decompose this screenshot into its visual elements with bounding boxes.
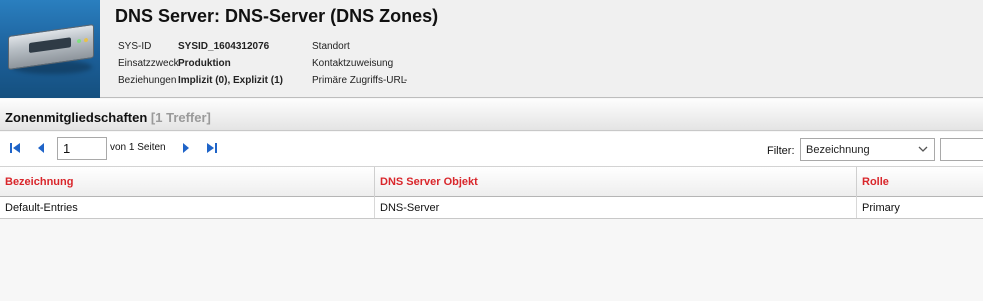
page-title: DNS Server: DNS-Server (DNS Zones)	[115, 6, 439, 26]
url-value: -	[404, 75, 408, 86]
purpose-value: Produktion	[178, 58, 231, 69]
filter-input[interactable]	[940, 138, 983, 161]
previous-page-icon	[38, 143, 44, 153]
object-header: DNS Server: DNS-Server (DNS Zones) SYS-I…	[0, 0, 983, 98]
dns-server-device-icon	[0, 0, 100, 98]
first-page-button[interactable]	[8, 141, 22, 155]
pages-total-text: von 1 Seiten	[110, 142, 166, 153]
previous-page-button[interactable]	[34, 141, 48, 155]
contact-label: Kontaktzuweisung	[312, 58, 394, 69]
filter-selected-value: Bezeichnung	[806, 144, 870, 156]
page-number-input[interactable]	[57, 137, 107, 160]
section-header: Zonenmitgliedschaften [1 Treffer]	[0, 99, 983, 131]
relations-label: Beziehungen	[118, 75, 177, 86]
filter-field-select[interactable]: Bezeichnung	[800, 138, 935, 161]
last-page-button[interactable]	[205, 141, 219, 155]
next-page-icon	[183, 143, 189, 153]
cell-rolle: Primary	[862, 202, 900, 214]
chevron-down-icon	[918, 146, 928, 152]
column-header-rolle[interactable]: Rolle	[857, 167, 983, 197]
location-label: Standort	[312, 41, 350, 52]
relations-value[interactable]: Implizit (0), Explizit (1)	[178, 75, 283, 86]
filter-label: Filter:	[767, 145, 795, 157]
column-header-bezeichnung[interactable]: Bezeichnung	[0, 167, 375, 197]
purpose-label: Einsatzzweck	[118, 58, 179, 69]
pagination-toolbar: von 1 Seiten Filter: Bezeichnung	[0, 132, 983, 166]
table-row[interactable]: Default-Entries DNS-Server Primary	[0, 197, 983, 219]
section-title-text: Zonenmitgliedschaften	[5, 110, 148, 125]
next-page-button[interactable]	[179, 141, 193, 155]
table-header: Bezeichnung DNS Server Objekt Rolle	[0, 166, 983, 197]
first-page-icon	[10, 143, 20, 153]
cell-bezeichnung[interactable]: Default-Entries	[0, 197, 375, 218]
sysid-value: SYSID_1604312076	[178, 41, 270, 52]
section-title: Zonenmitgliedschaften [1 Treffer]	[5, 110, 211, 125]
column-header-dns-server-objekt[interactable]: DNS Server Objekt	[375, 167, 857, 197]
last-page-icon	[207, 143, 217, 153]
result-count: [1 Treffer]	[150, 110, 211, 125]
url-label: Primäre Zugriffs-URL	[312, 75, 407, 86]
sysid-label: SYS-ID	[118, 41, 152, 52]
cell-dns-server-objekt[interactable]: DNS-Server	[375, 197, 857, 218]
